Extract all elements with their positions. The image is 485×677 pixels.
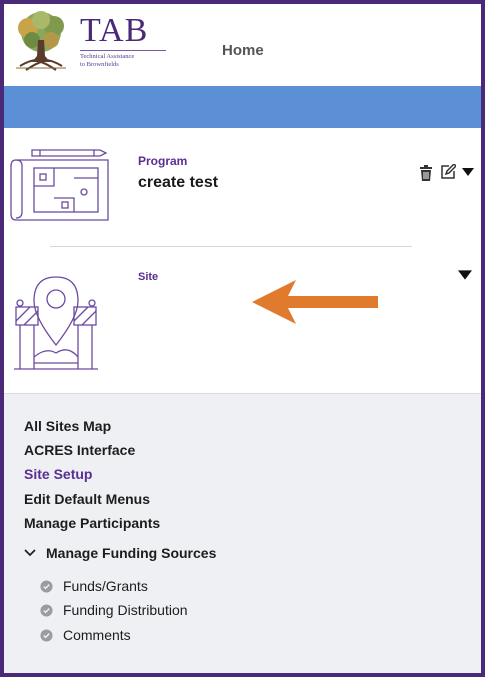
menu-group-manage-funding-sources[interactable]: Manage Funding Sources bbox=[24, 544, 216, 562]
check-circle-icon bbox=[40, 628, 53, 642]
blue-banner bbox=[4, 86, 481, 128]
menu-group-label: Manage Funding Sources bbox=[46, 545, 217, 561]
site-caret-down-icon[interactable] bbox=[458, 270, 472, 280]
submenu-item-funding-distribution[interactable]: Funding Distribution bbox=[40, 602, 188, 618]
brand-name: TAB bbox=[80, 12, 149, 49]
context-cards: Program create test Site bbox=[4, 128, 481, 393]
check-circle-icon bbox=[40, 579, 53, 593]
menu-item-all-sites-map[interactable]: All Sites Map bbox=[24, 418, 111, 434]
menu-item-acres-interface[interactable]: ACRES Interface bbox=[24, 442, 135, 458]
site-label: Site bbox=[138, 271, 159, 283]
header: TAB Technical Assistance to Brownfields … bbox=[4, 4, 481, 86]
menu-item-edit-default-menus[interactable]: Edit Default Menus bbox=[24, 491, 150, 507]
check-circle-icon bbox=[40, 603, 53, 617]
chevron-down-icon bbox=[24, 549, 36, 557]
program-label: Program bbox=[138, 154, 188, 168]
blueprint-icon bbox=[10, 149, 109, 221]
site-pin-icon bbox=[14, 276, 98, 370]
trash-icon[interactable] bbox=[419, 165, 433, 181]
program-caret-down-icon[interactable] bbox=[462, 168, 474, 176]
program-value[interactable]: create test bbox=[138, 174, 218, 192]
menu-item-manage-participants[interactable]: Manage Participants bbox=[24, 515, 160, 531]
card-divider bbox=[50, 246, 412, 247]
submenu-item-comments[interactable]: Comments bbox=[40, 627, 131, 643]
brand-text: TAB Technical Assistance to Brownfields bbox=[80, 14, 166, 69]
brand-subtitle-line2: to Brownfields bbox=[80, 61, 119, 68]
brand-subtitle-line1: Technical Assistance bbox=[80, 53, 135, 60]
app-frame: TAB Technical Assistance to Brownfields … bbox=[0, 0, 485, 677]
annotation-arrow-left-icon bbox=[252, 280, 378, 324]
edit-icon[interactable] bbox=[440, 164, 456, 180]
submenu-item-label: Funds/Grants bbox=[63, 578, 148, 594]
tree-logo-icon bbox=[16, 11, 66, 71]
submenu-item-label: Funding Distribution bbox=[63, 602, 188, 618]
home-link[interactable]: Home bbox=[222, 42, 264, 59]
submenu-item-funds-grants[interactable]: Funds/Grants bbox=[40, 578, 148, 594]
side-menu: All Sites Map ACRES Interface Site Setup… bbox=[4, 393, 481, 673]
brand-rule bbox=[80, 50, 166, 51]
menu-item-site-setup[interactable]: Site Setup bbox=[24, 466, 92, 482]
submenu-item-label: Comments bbox=[63, 627, 131, 643]
program-actions bbox=[416, 164, 478, 184]
